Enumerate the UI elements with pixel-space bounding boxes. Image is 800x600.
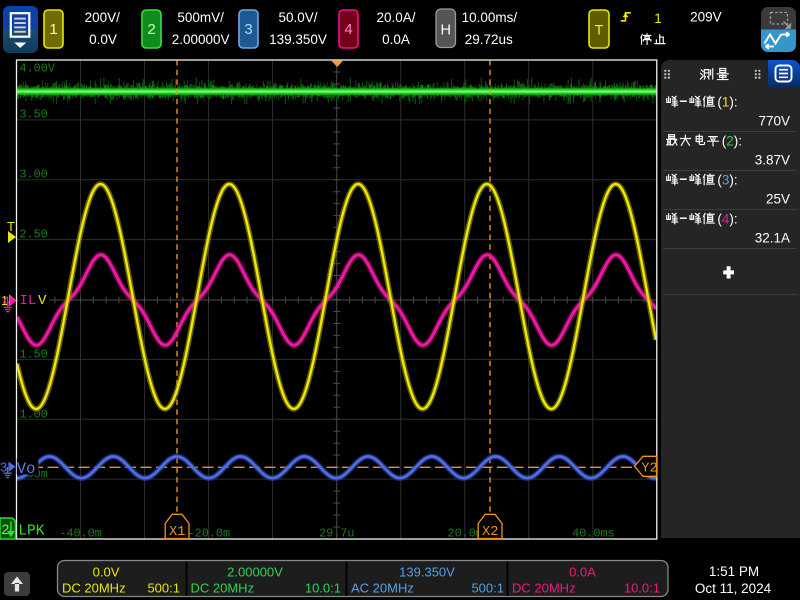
svg-text:(1):: (1):: [717, 95, 737, 110]
svg-text:2: 2: [147, 21, 155, 38]
svg-text:10.00ms/: 10.00ms/: [462, 10, 518, 25]
svg-text:2.50: 2.50: [20, 228, 48, 242]
svg-text:H: H: [440, 23, 450, 39]
svg-text:DC 20MHz: DC 20MHz: [191, 581, 255, 596]
svg-text:1: 1: [49, 21, 57, 38]
svg-text:1:51 PM: 1:51 PM: [709, 564, 759, 579]
svg-text:0.0V: 0.0V: [89, 32, 117, 47]
svg-text:139.350V: 139.350V: [399, 565, 455, 580]
svg-text:2.00000V: 2.00000V: [172, 32, 230, 47]
svg-text:10.0:1: 10.0:1: [305, 581, 341, 596]
svg-text:2: 2: [2, 521, 10, 537]
svg-text:3.00: 3.00: [20, 168, 48, 182]
svg-text:500:1: 500:1: [471, 581, 504, 596]
svg-text:500mV/: 500mV/: [177, 10, 224, 25]
svg-text:IL: IL: [20, 293, 37, 309]
svg-text:3.50: 3.50: [20, 108, 48, 122]
svg-text:(3):: (3):: [717, 173, 737, 188]
svg-text:T: T: [595, 22, 604, 38]
svg-text:(4):: (4):: [717, 212, 737, 227]
svg-text:AC 20MHz: AC 20MHz: [351, 581, 414, 596]
svg-text:Y2: Y2: [641, 461, 657, 476]
svg-text:139.350V: 139.350V: [269, 32, 327, 47]
svg-text:32.1A: 32.1A: [755, 231, 790, 246]
svg-text:209V: 209V: [690, 10, 722, 25]
svg-text:0.0V: 0.0V: [93, 565, 120, 580]
svg-text:(2):: (2):: [722, 134, 742, 149]
svg-text:DC 20MHz: DC 20MHz: [512, 581, 576, 596]
svg-text:500:1: 500:1: [147, 581, 180, 596]
svg-text:50.0V/: 50.0V/: [278, 10, 317, 25]
svg-text:0.0A: 0.0A: [382, 32, 410, 47]
svg-text:4: 4: [3, 294, 10, 309]
svg-text:3: 3: [0, 460, 7, 475]
svg-text:25V: 25V: [766, 192, 790, 207]
svg-text:V: V: [38, 293, 47, 309]
svg-text:20.0A/: 20.0A/: [376, 10, 415, 25]
svg-text:X1: X1: [169, 525, 185, 540]
svg-text:200V/: 200V/: [85, 10, 121, 25]
svg-text:3.87V: 3.87V: [755, 153, 790, 168]
svg-text:Vo: Vo: [17, 460, 36, 478]
svg-text:1.50: 1.50: [20, 348, 48, 362]
svg-text:4: 4: [344, 21, 352, 38]
svg-text:Oct 11, 2024: Oct 11, 2024: [695, 581, 772, 596]
svg-text:770V: 770V: [758, 114, 790, 129]
svg-text:2.00000V: 2.00000V: [227, 565, 283, 580]
svg-text:DC 20MHz: DC 20MHz: [62, 581, 126, 596]
svg-text:10.0:1: 10.0:1: [624, 581, 660, 596]
svg-text:X2: X2: [482, 525, 498, 540]
svg-text:LPK: LPK: [18, 524, 44, 540]
svg-text:4.00V: 4.00V: [20, 62, 56, 76]
svg-text:3: 3: [244, 21, 252, 38]
svg-text:1: 1: [654, 11, 662, 26]
svg-text:0.0A: 0.0A: [569, 565, 596, 580]
svg-text:29.72us: 29.72us: [465, 32, 513, 47]
